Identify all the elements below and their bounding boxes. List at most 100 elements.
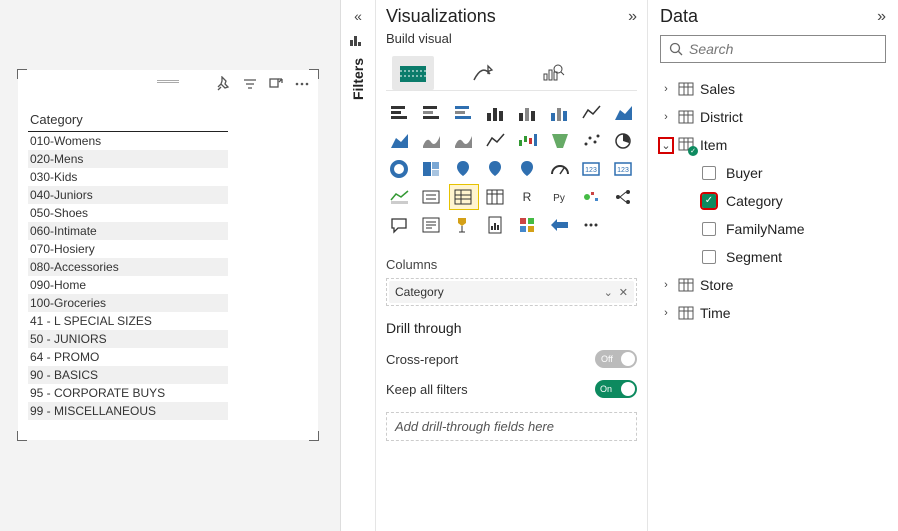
viz-type-button[interactable] [418,101,446,125]
expand-icon[interactable]: › [660,111,672,123]
table-visual[interactable]: Category 010-Womens020-Mens030-Kids040-J… [18,70,318,440]
table-row[interactable]: 41 - L SPECIAL SIZES [28,312,228,330]
viz-type-button[interactable] [514,213,542,237]
collapse-data-icon[interactable]: » [877,8,886,26]
viz-type-button[interactable] [482,129,510,153]
viz-type-button[interactable] [482,157,510,181]
viz-type-button[interactable] [450,213,478,237]
tab-format-visual[interactable] [462,56,504,90]
viz-type-button[interactable]: Py [546,185,574,209]
viz-type-button[interactable] [386,213,414,237]
table-row[interactable]: 090-Home [28,276,228,294]
focus-mode-icon[interactable] [268,76,284,92]
expand-icon[interactable]: › [660,279,672,291]
table-row[interactable]: 99 - MISCELLANEOUS [28,402,228,420]
more-options-icon[interactable] [294,76,310,92]
viz-type-button[interactable] [482,185,510,209]
table-row[interactable]: 070-Hosiery [28,240,228,258]
viz-type-button[interactable]: 123 [610,157,638,181]
viz-type-button[interactable] [450,101,478,125]
field-chip-label: Category [395,285,444,299]
viz-type-button[interactable] [482,101,510,125]
viz-type-button[interactable] [610,185,638,209]
keep-filters-toggle[interactable]: On [595,380,637,398]
table-row[interactable]: 50 - JUNIORS [28,330,228,348]
columns-label: Columns [386,257,637,272]
viz-type-button[interactable] [546,213,574,237]
viz-type-button[interactable] [418,213,446,237]
table-node-sales[interactable]: › Sales [660,75,886,103]
expand-icon[interactable]: › [660,83,672,95]
field-buyer[interactable]: Buyer [690,159,886,187]
table-row[interactable]: 64 - PROMO [28,348,228,366]
field-segment[interactable]: Segment [690,243,886,271]
cross-report-toggle[interactable]: Off [595,350,637,368]
table-row[interactable]: 030-Kids [28,168,228,186]
drag-grip-icon[interactable] [157,80,179,83]
viz-type-button[interactable] [418,157,446,181]
expand-icon[interactable]: › [660,307,672,319]
drill-through-drop-zone[interactable]: Add drill-through fields here [386,412,637,441]
table-row[interactable]: 060-Intimate [28,222,228,240]
expand-icon[interactable]: ⌄ [660,139,672,152]
viz-type-button[interactable] [514,157,542,181]
viz-type-button[interactable] [546,101,574,125]
viz-type-button[interactable] [386,101,414,125]
viz-type-button[interactable] [610,129,638,153]
viz-type-button[interactable] [514,101,542,125]
viz-type-button[interactable]: R [514,185,542,209]
table-row[interactable]: 95 - CORPORATE BUYS [28,384,228,402]
viz-type-button[interactable] [418,129,446,153]
viz-type-button[interactable] [610,101,638,125]
table-node-time[interactable]: ›Time [660,299,886,327]
pin-icon[interactable] [216,76,232,92]
table-node-store[interactable]: ›Store [660,271,886,299]
table-row[interactable]: 020-Mens [28,150,228,168]
field-checkbox[interactable] [702,250,716,264]
field-category[interactable]: Category [690,187,886,215]
viz-type-button[interactable] [386,157,414,181]
filter-icon[interactable] [242,76,258,92]
search-input[interactable] [689,41,877,57]
viz-type-button[interactable] [514,129,542,153]
viz-type-button[interactable] [578,185,606,209]
viz-type-button[interactable] [578,101,606,125]
viz-type-button[interactable] [578,129,606,153]
expand-filters-icon[interactable]: « [354,4,362,30]
viz-type-button[interactable] [386,129,414,153]
field-checkbox[interactable] [702,166,716,180]
chevron-down-icon[interactable]: ⌄ [604,286,613,299]
tab-build-visual[interactable] [392,56,434,90]
collapse-visualizations-icon[interactable]: » [628,8,637,26]
filters-pane-collapsed[interactable]: « Filters [340,0,376,531]
viz-type-button[interactable]: 123 [578,157,606,181]
field-chip-category[interactable]: Category ⌄ ✕ [389,281,634,303]
table-node-item[interactable]: ⌄Item [660,131,886,159]
table-name: Sales [700,81,735,97]
filters-label: Filters [350,58,366,100]
table-row[interactable]: 080-Accessories [28,258,228,276]
viz-type-button[interactable] [450,185,478,209]
table-row[interactable]: 040-Juniors [28,186,228,204]
table-row[interactable]: 050-Shoes [28,204,228,222]
viz-type-button[interactable] [546,129,574,153]
viz-type-button[interactable] [386,185,414,209]
viz-type-button[interactable] [450,157,478,181]
viz-type-button[interactable] [578,213,606,237]
viz-type-button[interactable] [482,213,510,237]
table-row[interactable]: 010-Womens [28,132,228,150]
field-checkbox[interactable] [702,222,716,236]
viz-type-button[interactable] [450,129,478,153]
viz-type-button[interactable] [546,157,574,181]
remove-field-icon[interactable]: ✕ [619,286,628,299]
table-row[interactable]: 90 - BASICS [28,366,228,384]
table-row[interactable]: 100-Groceries [28,294,228,312]
table-column-header[interactable]: Category [28,110,228,132]
columns-field-well[interactable]: Category ⌄ ✕ [386,278,637,306]
table-node-district[interactable]: ›District [660,103,886,131]
data-search[interactable] [660,35,886,63]
field-familyname[interactable]: FamilyName [690,215,886,243]
field-checkbox[interactable] [702,194,716,208]
tab-analytics[interactable] [532,56,574,90]
viz-type-button[interactable] [418,185,446,209]
